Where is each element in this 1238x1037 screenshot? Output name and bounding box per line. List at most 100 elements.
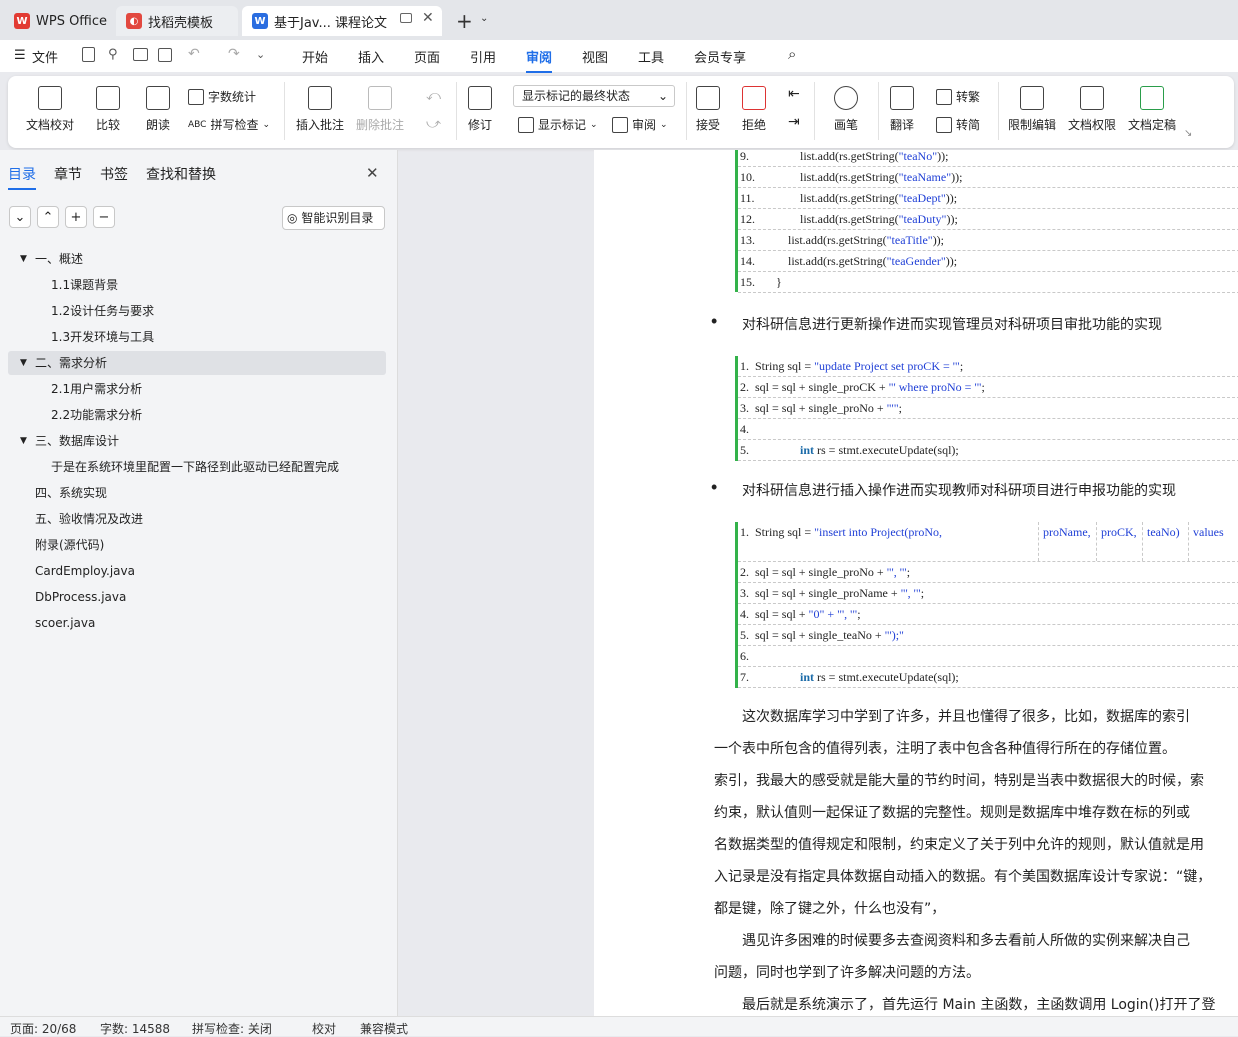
markup-state-select[interactable]: 显示标记的最终状态 ⌄ <box>513 85 675 107</box>
menu-file[interactable]: 文件 <box>32 47 58 66</box>
code-line: 12. list.add(rs.getString("teaDuty")); <box>738 209 1238 230</box>
redo-icon[interactable]: ↷ <box>228 46 240 62</box>
hamburger-icon[interactable]: ☰ <box>14 48 26 63</box>
review-pane-icon <box>612 116 628 133</box>
proof-status[interactable]: 校对 <box>312 1020 336 1037</box>
read-aloud-button[interactable]: 朗读 <box>146 86 170 133</box>
menu-reference[interactable]: 引用 <box>470 47 496 66</box>
revise-button[interactable]: 修订 <box>468 86 492 133</box>
tab-toc[interactable]: 目录 <box>8 164 36 190</box>
docer-logo-icon: ◐ <box>126 13 142 29</box>
more-quick-icon[interactable]: ⌄ <box>256 48 265 61</box>
toc-item[interactable]: ▼ 三、数据库设计 <box>0 429 398 453</box>
toc-item[interactable]: 五、验收情况及改进 <box>0 507 398 531</box>
toc-item[interactable]: CardEmploy.java <box>0 559 398 583</box>
code-line: 5. sql = sql + single_teaNo + "');" <box>738 625 1238 646</box>
search-icon[interactable]: ⌕ <box>788 45 796 63</box>
simplified-icon <box>936 116 952 133</box>
chevron-down-icon: ⌄ <box>657 89 668 103</box>
word-doc-icon: W <box>252 13 268 29</box>
menu-insert[interactable]: 插入 <box>358 47 384 66</box>
restrict-edit-button[interactable]: 限制编辑 <box>1008 86 1056 133</box>
reject-button[interactable]: 拒绝 <box>742 86 766 133</box>
toc-item[interactable]: DbProcess.java <box>0 585 398 609</box>
close-pane-icon[interactable]: ✕ <box>366 164 379 182</box>
doc-permission-button[interactable]: 文档权限 <box>1068 86 1116 133</box>
tab-bookmarks[interactable]: 书签 <box>100 164 128 184</box>
menu-view[interactable]: 视图 <box>582 47 608 66</box>
next-change-icon[interactable]: ⇥ <box>788 114 800 130</box>
toc-item[interactable]: 附录(源代码) <box>0 533 398 557</box>
tab-templates[interactable]: ◐ 找稻壳模板 <box>116 6 238 36</box>
finalize-button[interactable]: 文档定稿 <box>1128 86 1176 133</box>
smart-toc-button[interactable]: ◎ 智能识别目录 <box>282 206 385 230</box>
toc-item[interactable]: 2.1用户需求分析 <box>0 377 398 401</box>
word-count-button[interactable]: 字数统计 <box>188 88 256 105</box>
code-line: 4. <box>738 419 1238 440</box>
toc-item[interactable]: scoer.java <box>0 611 398 635</box>
prev-change-icon[interactable]: ⇤ <box>788 86 800 102</box>
print-icon[interactable] <box>133 48 148 61</box>
tab-chapters[interactable]: 章节 <box>54 164 82 184</box>
toc-item[interactable]: 于是在系统环境里配置一下路径到此驱动已经配置完成 <box>0 455 398 479</box>
prev-comment-icon[interactable]: ⤺ <box>426 88 441 104</box>
code-line: 10. list.add(rs.getString("teaName")); <box>738 167 1238 188</box>
menu-start[interactable]: 开始 <box>302 47 328 66</box>
menu-tools[interactable]: 工具 <box>638 47 664 66</box>
save-icon[interactable] <box>82 47 95 62</box>
to-traditional-button[interactable]: 转繁 <box>936 88 980 105</box>
translate-button[interactable]: 翻译 <box>890 86 914 133</box>
toc-item[interactable]: 1.1课题背景 <box>0 273 398 297</box>
insert-comment-button[interactable]: 插入批注 <box>296 86 344 133</box>
add-heading-button[interactable]: + <box>65 206 87 228</box>
link-icon[interactable]: ⚲ <box>108 47 118 62</box>
pen-icon <box>834 86 858 110</box>
code-line: 3. sql = sql + single_proName + "', '"; <box>738 583 1238 604</box>
tab-wps-office[interactable]: W WPS Office <box>4 6 110 36</box>
menu-review[interactable]: 审阅 <box>526 47 553 73</box>
lock-icon <box>1020 86 1044 110</box>
toc-item[interactable]: 四、系统实现 <box>0 481 398 505</box>
delete-comment-button[interactable]: 删除批注 <box>356 86 404 133</box>
compare-button[interactable]: 比较 <box>96 86 120 133</box>
undo-icon[interactable]: ↶ <box>188 46 200 62</box>
abc-icon: ABC <box>188 119 207 130</box>
wps-logo-icon: W <box>14 13 30 29</box>
tab-document[interactable]: W 基于Jav... 课程论文 ✕ <box>242 6 442 36</box>
collapse-down-button[interactable]: ⌄ <box>9 206 31 228</box>
close-tab-icon[interactable]: ✕ <box>422 10 434 26</box>
word-count-indicator[interactable]: 字数: 14588 <box>100 1020 170 1037</box>
show-markup-button[interactable]: 显示标记 ⌄ <box>518 116 598 133</box>
new-tab-icon[interactable]: + <box>456 9 473 33</box>
chevron-down-icon[interactable]: ⌄ <box>480 13 488 24</box>
menu-member[interactable]: 会员专享 <box>694 47 746 66</box>
accept-button[interactable]: 接受 <box>696 86 720 133</box>
bullet-paragraph: 对科研信息进行更新操作进而实现管理员对科研项目审批功能的实现 <box>711 311 1162 334</box>
to-simplified-button[interactable]: 转简 <box>936 116 980 133</box>
expand-ribbon-icon[interactable]: ↘ <box>1184 128 1192 139</box>
pen-button[interactable]: 画笔 <box>834 86 858 133</box>
review-pane-button[interactable]: 审阅 ⌄ <box>612 116 668 133</box>
doc-check-button[interactable]: 文档校对 <box>26 86 74 133</box>
finalize-icon <box>1140 86 1164 110</box>
document-page[interactable]: 9. list.add(rs.getString("teaNo")); 10. … <box>594 150 1238 1016</box>
translate-icon <box>890 86 914 110</box>
spell-check-button[interactable]: ABC 拼写检查 ⌄ <box>188 116 270 133</box>
code-block-2: 1. String sql = "update Project set proC… <box>735 356 1238 461</box>
tab-find-replace[interactable]: 查找和替换 <box>146 164 216 184</box>
remove-heading-button[interactable]: − <box>93 206 115 228</box>
toc-item[interactable]: 1.3开发环境与工具 <box>0 325 398 349</box>
collapse-up-button[interactable]: ⌃ <box>37 206 59 228</box>
menu-page[interactable]: 页面 <box>414 47 440 66</box>
toc-item[interactable]: 2.2功能需求分析 <box>0 403 398 427</box>
code-block-3: 1. String sql = "insert into Project(pro… <box>735 522 1238 688</box>
toc-item[interactable]: 1.2设计任务与要求 <box>0 299 398 323</box>
page-indicator[interactable]: 页面: 20/68 <box>10 1020 76 1037</box>
toc-item-selected[interactable]: ▼ 二、需求分析 <box>8 351 386 375</box>
next-comment-icon[interactable]: ⤻ <box>426 116 441 132</box>
code-line: 2. sql = sql + single_proCK + "' where p… <box>738 377 1238 398</box>
spell-check-status[interactable]: 拼写检查: 关闭 <box>192 1020 272 1037</box>
print-preview-icon[interactable] <box>158 48 172 62</box>
toc-item[interactable]: ▼ 一、概述 <box>0 247 398 271</box>
float-window-icon[interactable] <box>400 13 412 23</box>
